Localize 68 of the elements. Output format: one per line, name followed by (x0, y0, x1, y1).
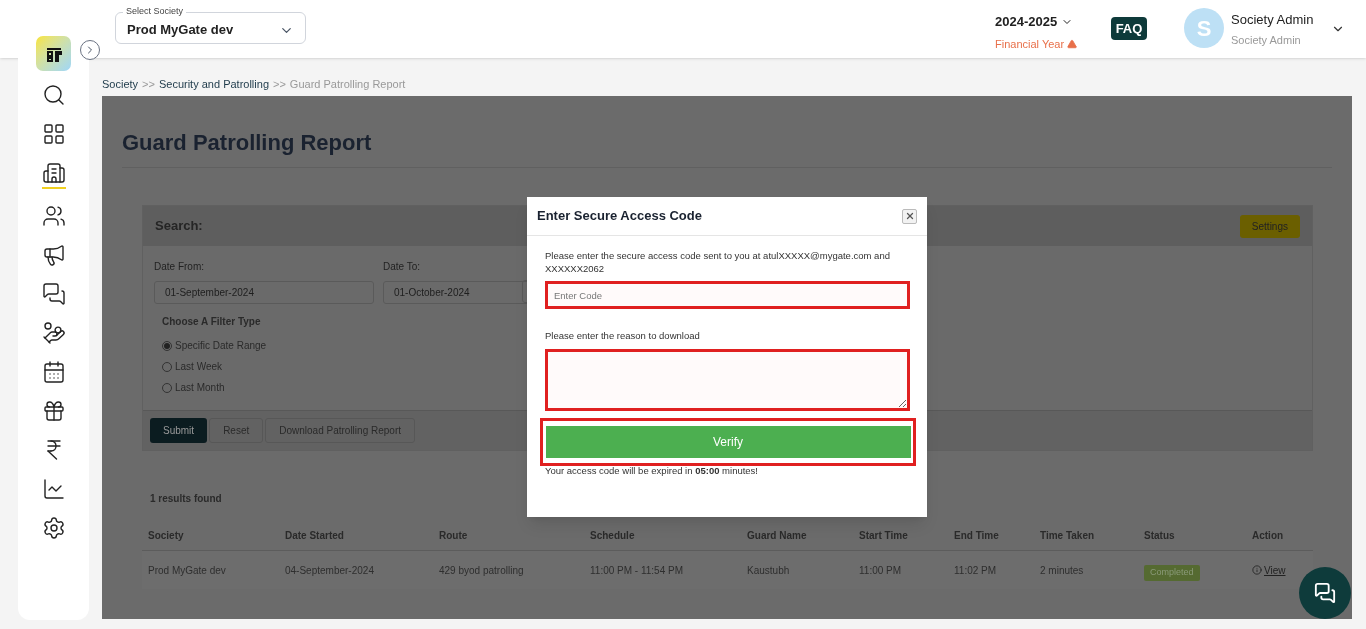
megaphone-icon[interactable] (41, 243, 66, 267)
results-count: 1 results found (150, 492, 223, 506)
gift-icon[interactable] (41, 399, 66, 423)
breadcrumb-separator: >> (273, 77, 286, 92)
reason-field[interactable] (545, 349, 910, 412)
year-value[interactable]: 2024-2025 (995, 12, 1058, 32)
grid-icon[interactable] (41, 122, 66, 146)
table-cell-text: 11:00 PM (859, 563, 903, 578)
hand-icon[interactable] (41, 321, 66, 345)
column-header: Society (148, 529, 185, 543)
chart-icon[interactable] (41, 477, 66, 501)
chat-icon (1314, 582, 1336, 604)
table-cell-text: 11:02 PM (954, 563, 998, 578)
logo-icon[interactable] (36, 36, 71, 71)
close-icon (904, 211, 915, 221)
user-role: Society Admin (1231, 32, 1302, 48)
close-button[interactable] (902, 208, 917, 224)
reason-label: Please enter the reason to download (545, 329, 701, 343)
column-header: Start Time (859, 529, 909, 543)
table-cell-text: 2 minutes (1040, 563, 1085, 578)
column-header: Route (439, 529, 469, 543)
user-name: Society Admin (1231, 11, 1314, 29)
select-label: Select Society (123, 5, 187, 17)
verify-button[interactable]: Verify (545, 426, 911, 459)
breadcrumb-link[interactable]: Security and Patrolling (158, 76, 269, 93)
radio-label: Last Month (175, 381, 225, 395)
table-cell-text: 429 byod patrolling (439, 563, 525, 578)
column-header: Status (1144, 529, 1176, 543)
warning-icon (1067, 38, 1078, 49)
page-title: Guard Patrolling Report (122, 130, 372, 155)
settings-icon[interactable] (41, 516, 66, 540)
calendar-icon[interactable] (41, 360, 66, 384)
panel-title: Search: (155, 217, 203, 236)
faq-button[interactable]: FAQ (1111, 17, 1147, 40)
info-icon (1252, 565, 1262, 575)
dialog-message: Please enter the secure access code sent to you at atulXXXXX@mygate.com and XXXXXX2062 (545, 249, 891, 275)
column-header: Guard Name (747, 529, 808, 543)
field-label: Date From: (154, 260, 204, 274)
code-field[interactable]: Enter Code (545, 281, 910, 309)
settings-button[interactable]: Settings (1239, 214, 1300, 238)
table-cell-text: 11:00 PM - 11:54 PM (590, 563, 684, 578)
radio-label: Last Week (175, 360, 223, 374)
people-icon[interactable] (41, 204, 66, 228)
table-cell-text: 04-September-2024 (285, 563, 375, 578)
field-label: Date To: (383, 260, 421, 274)
financial-year-label: Financial Year (995, 36, 1065, 52)
table-cell-text: Kaustubh (747, 563, 791, 578)
chat-icon[interactable] (41, 282, 66, 306)
column-header: End Time (954, 529, 1000, 543)
search-icon[interactable] (41, 83, 66, 107)
secondary-button[interactable]: Reset (209, 418, 264, 443)
column-header: Date Started (285, 529, 345, 543)
view-link[interactable]: View (1264, 562, 1286, 578)
expiry-note: Your access code will be expired in 05:00 minutes! (545, 464, 759, 479)
building-icon[interactable] (41, 161, 66, 189)
society-name: Prod MyGate dev (127, 21, 234, 40)
column-header: Schedule (590, 529, 636, 543)
radio-label: Specific Date Range (175, 339, 267, 353)
column-header: Action (1252, 529, 1285, 543)
breadcrumb-separator: >> (142, 77, 155, 92)
breadcrumb-link[interactable]: Society (102, 76, 139, 93)
filter-title: Choose A Filter Type (162, 315, 262, 329)
table-cell-text: Prod MyGate dev (148, 563, 227, 578)
column-header: Time Taken (1040, 529, 1096, 543)
submit-button[interactable]: Submit (150, 418, 208, 443)
date-field[interactable]: 01-September-2024 (154, 281, 374, 304)
status-badge: Completed (1144, 565, 1200, 581)
dialog-title: Enter Secure Access Code (537, 207, 702, 226)
